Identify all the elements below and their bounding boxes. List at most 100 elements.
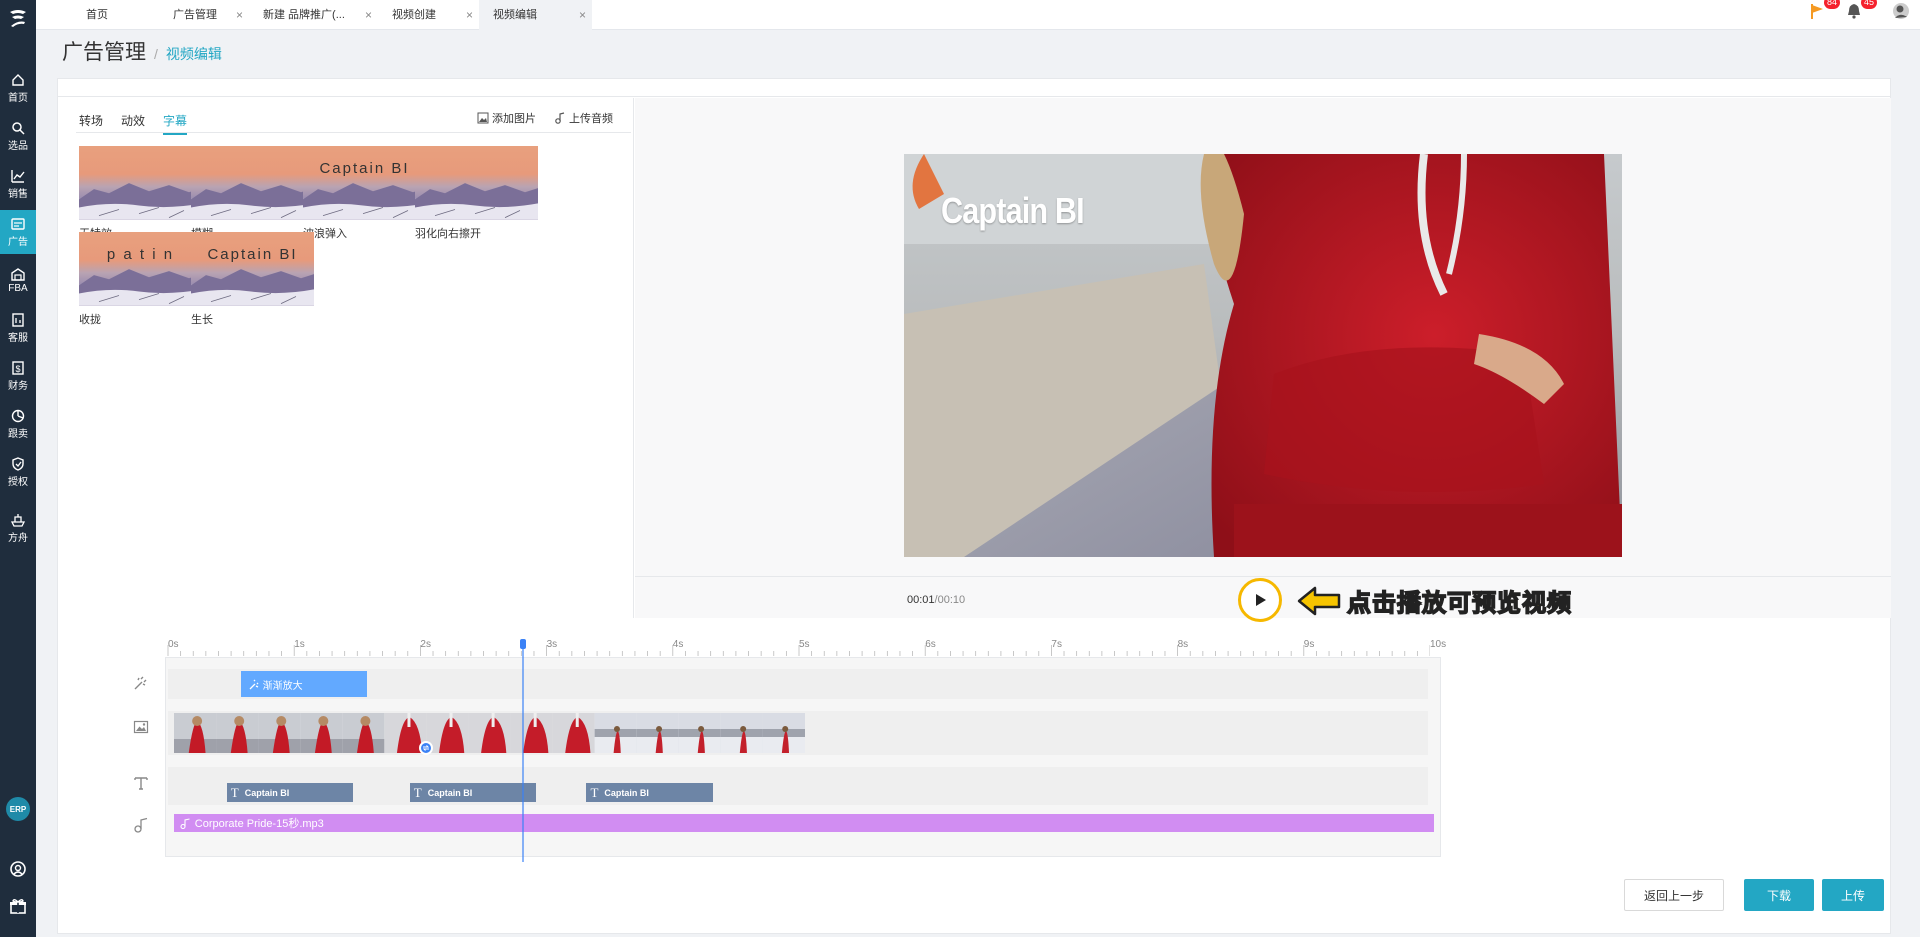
user-avatar[interactable] (1892, 2, 1910, 20)
upload-audio-label: 上传音频 (569, 113, 613, 125)
video-title-overlay: Captain BI (941, 190, 1085, 231)
sidebar-item-label: 选品 (8, 140, 28, 152)
dollar-icon: $ (12, 360, 24, 375)
playhead-marker (520, 639, 527, 862)
ruler-label: 5s (799, 639, 810, 650)
add-image-button[interactable]: 添加图片 (477, 110, 536, 126)
audio-clip[interactable]: Corporate Pride-15秒.mp3 (173, 814, 1434, 832)
effects-actions: 添加图片 上传音频 (459, 110, 613, 126)
swap-icon (422, 745, 430, 751)
text-icon: T (590, 784, 599, 800)
left-arrow-icon (1297, 586, 1341, 615)
sidebar-item-7[interactable]: 跟卖 (0, 402, 36, 446)
tabs-divider (76, 132, 631, 133)
play-hint-text: 点击播放可预览视频 (1346, 589, 1572, 618)
sidebar-item-label: 财务 (8, 380, 28, 392)
sidebar-item-3[interactable]: 广告 (0, 210, 36, 254)
effect-thumbnail-label: 生长 (191, 314, 213, 326)
ruler-label: 4s (672, 639, 684, 650)
add-image-label: 添加图片 (492, 113, 536, 125)
thumbnail-caption: Captain BI (207, 245, 298, 263)
close-icon[interactable]: × (579, 0, 586, 30)
tab-1[interactable]: 广告管理 × (159, 0, 249, 30)
thumbnail-caption (415, 146, 538, 190)
sidebar-item-0[interactable]: 首页 (0, 66, 36, 110)
sidebar-item-5[interactable]: 客服 (0, 306, 36, 350)
text-clip-label: Captain BI (244, 787, 290, 798)
ruler-ticks (167, 645, 1430, 656)
back-button[interactable]: 返回上一步 (1624, 879, 1724, 911)
tab-0[interactable]: 首页 (72, 0, 159, 30)
effect-thumbnail-label: 羽化向右擦开 (415, 228, 481, 240)
sidebar-item-2[interactable]: 销售 (0, 162, 36, 206)
text-clip[interactable]: T Captain BI (586, 783, 713, 802)
ark-icon (11, 513, 25, 527)
text-icon: T (413, 784, 422, 800)
ruler-label: 2s (420, 639, 431, 650)
video-clip-strip[interactable] (173, 713, 805, 753)
text-clip-label: Captain BI (427, 787, 473, 798)
home-icon (12, 73, 24, 86)
panel-top-strip (58, 79, 1890, 97)
sidebar-item-4[interactable]: FBA (0, 258, 36, 302)
play-button[interactable] (1238, 578, 1282, 622)
effect-thumbnail[interactable] (415, 146, 538, 220)
app-logo[interactable] (6, 6, 30, 30)
tab-4[interactable]: 视频编辑 × (479, 0, 592, 30)
editor-panel: 转场 动效 字幕 添加图片 上传音频 无特效模糊Captain BI波浪弹入羽化… (57, 78, 1891, 934)
effect-thumbnail[interactable]: Captain BI (191, 232, 314, 306)
sidebar-item-6[interactable]: $ 财务 (0, 354, 36, 398)
search-icon (12, 121, 25, 135)
shield-icon (12, 456, 24, 471)
sidebar-item-label: 客服 (8, 332, 28, 344)
video-preview[interactable]: Captain BI (904, 154, 1622, 557)
playhead[interactable] (518, 637, 528, 862)
tab-label: 视频编辑 (493, 9, 537, 21)
audio-clip-label: Corporate Pride-15秒.mp3 (194, 818, 324, 830)
effect-thumbnail[interactable]: Captain BI (303, 146, 426, 220)
pie-icon (11, 409, 25, 422)
text-track (168, 767, 1428, 805)
upload-button[interactable]: 上传 (1822, 879, 1884, 911)
effect-thumbnail-label: 收拢 (79, 314, 101, 326)
image-track-icon (133, 720, 149, 734)
support-icon[interactable] (9, 860, 27, 878)
text-clip[interactable]: T Captain BI (409, 783, 536, 802)
play-icon (1256, 594, 1266, 606)
gift-icon[interactable] (9, 897, 27, 915)
effects-panel: 转场 动效 字幕 添加图片 上传音频 无特效模糊Captain BI波浪弹入羽化… (58, 98, 634, 618)
ruler-label: 1s (294, 639, 305, 650)
sidebar-item-1[interactable]: 选品 (0, 114, 36, 158)
preview-area: Captain BI 00:01/00:10 点击播放可预览视频 (635, 98, 1891, 622)
timeline-ruler[interactable]: 0s 1s 2s 3s 4s 5s 6s 7s 8s 9s 10s (165, 637, 1446, 657)
close-icon[interactable]: × (466, 0, 473, 30)
text-clip-label: Captain BI (604, 787, 649, 798)
text-clip[interactable]: T Captain BI (226, 783, 353, 802)
upload-audio-button[interactable]: 上传音频 (554, 110, 613, 126)
effect-thumbnail[interactable]: p a t i n (79, 232, 202, 306)
close-icon[interactable]: × (236, 0, 243, 30)
flag-icon[interactable] (1808, 2, 1826, 20)
flag-count-badge: 84 (1823, 0, 1840, 9)
effect-clip[interactable]: 渐渐放大 (240, 671, 367, 697)
audio-track-icon (134, 817, 148, 833)
erp-badge[interactable]: ERP (6, 797, 30, 821)
thumbnail-caption (79, 146, 202, 190)
controls-divider (635, 576, 1891, 577)
page-title: 广告管理 (62, 41, 146, 64)
tab-2[interactable]: 新建 品牌推广(... × (249, 0, 378, 30)
sidebar-item-8[interactable]: 授权 (0, 450, 36, 494)
sidebar-item-label: FBA (8, 282, 28, 294)
tab-3[interactable]: 视频创建 × (378, 0, 479, 30)
close-icon[interactable]: × (365, 0, 372, 30)
sidebar-item-9[interactable]: 方舟 (0, 506, 36, 550)
effect-thumbnail[interactable] (191, 146, 314, 220)
bell-icon[interactable] (1845, 2, 1863, 20)
effect-clip-label: 渐渐放大 (262, 680, 303, 692)
sidebar-item-label: 广告 (8, 236, 28, 248)
breadcrumb-current[interactable]: 视频编辑 (166, 44, 222, 64)
svg-text:$: $ (15, 364, 20, 374)
ruler-label: 8s (1177, 639, 1189, 650)
effect-thumbnail[interactable] (79, 146, 202, 220)
download-button[interactable]: 下载 (1744, 879, 1814, 911)
